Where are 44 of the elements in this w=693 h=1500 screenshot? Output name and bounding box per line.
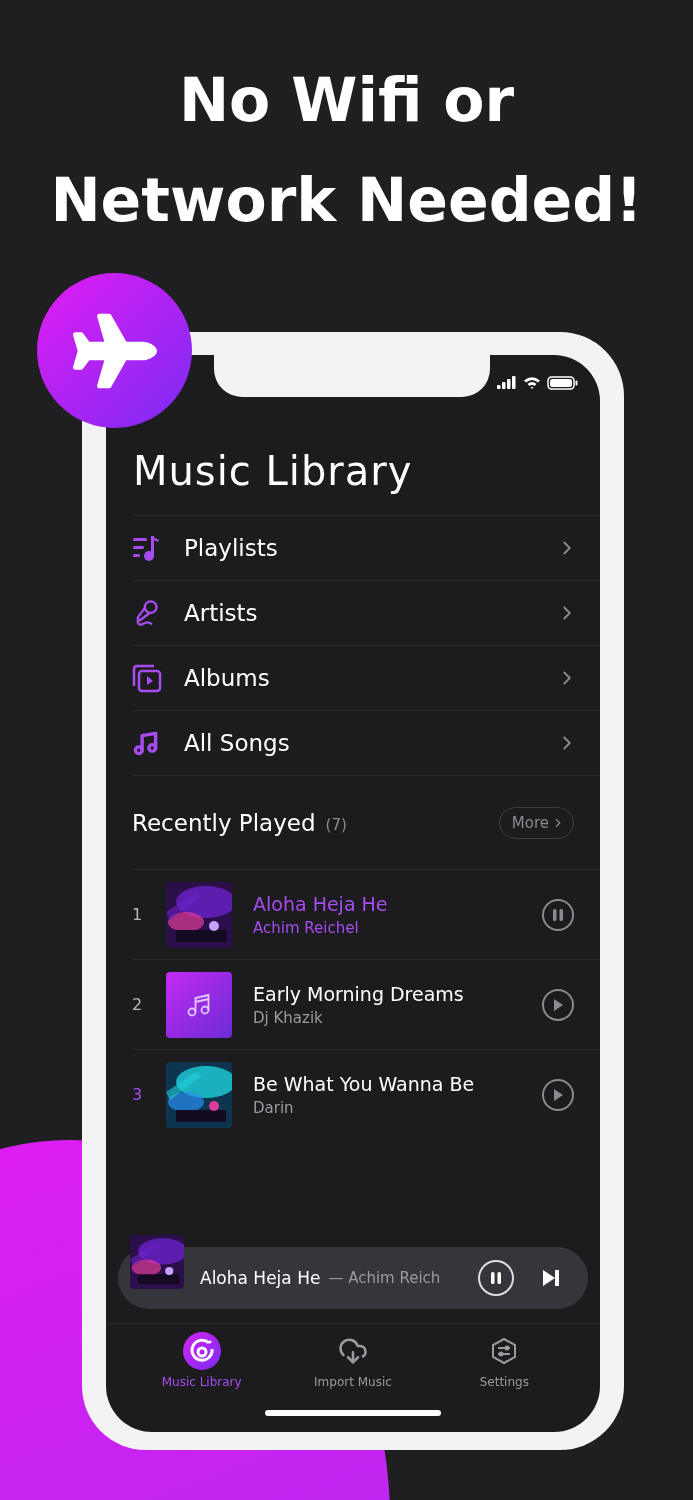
- headline: No Wifi or: [178, 64, 515, 137]
- track-title: Be What You Wanna Be: [253, 1072, 476, 1095]
- pause-icon: [552, 907, 564, 922]
- track-number: 3: [132, 1085, 144, 1104]
- track-count: (7): [325, 814, 348, 834]
- menu-item[interactable]: Albums: [132, 645, 600, 710]
- tab[interactable]: Settings: [444, 1332, 565, 1410]
- pause-icon: [490, 1271, 502, 1285]
- track-number: 1: [132, 905, 144, 924]
- track-artist: Achim Reichel: [253, 918, 360, 937]
- cloud-download-icon: [338, 1336, 368, 1366]
- track-title: Early Morning Dreams: [253, 982, 465, 1005]
- music-note-icon: [186, 991, 212, 1018]
- section-title: Recently Played: [132, 809, 316, 836]
- tab[interactable]: Import Music: [293, 1332, 413, 1410]
- play-icon: [552, 997, 564, 1012]
- signal-icon: [497, 376, 517, 389]
- track-artist: Darin: [253, 1098, 295, 1117]
- track-row[interactable]: 3 Be What You Wanna Be Darin: [132, 1049, 600, 1139]
- track-title: Aloha Heja He: [253, 892, 389, 915]
- headline: Network Needed!: [50, 164, 643, 237]
- battery-icon: [547, 375, 578, 390]
- pause-button[interactable]: [542, 898, 574, 931]
- menu-item[interactable]: Playlists: [132, 515, 600, 580]
- playlist-icon: [132, 534, 162, 562]
- menu-item[interactable]: Artists: [132, 580, 600, 645]
- play-button[interactable]: [542, 988, 574, 1021]
- albums-icon: [132, 663, 162, 693]
- play-button[interactable]: [542, 1078, 574, 1111]
- wifi-icon: [523, 376, 541, 389]
- menu-item[interactable]: All Songs: [132, 710, 600, 775]
- mini-player-artist: — Achim Reich: [328, 1269, 442, 1287]
- next-button[interactable]: [542, 1269, 560, 1287]
- music-note-icon: [132, 729, 159, 757]
- screen-title: Music Library: [132, 447, 414, 496]
- track-number: 2: [132, 995, 144, 1014]
- tab[interactable]: Music Library: [141, 1332, 262, 1410]
- mini-player-title: Aloha Heja He: [200, 1268, 321, 1288]
- settings-icon: [491, 1337, 518, 1365]
- track-row[interactable]: 2 Early Morning Dreams Dj Khazik: [132, 959, 600, 1049]
- track-artist: Dj Khazik: [253, 1008, 324, 1027]
- play-icon: [552, 1087, 564, 1102]
- track-row[interactable]: 1 Aloha Heja He Achim Reichel: [132, 869, 600, 959]
- music-disc-icon: [188, 1338, 215, 1364]
